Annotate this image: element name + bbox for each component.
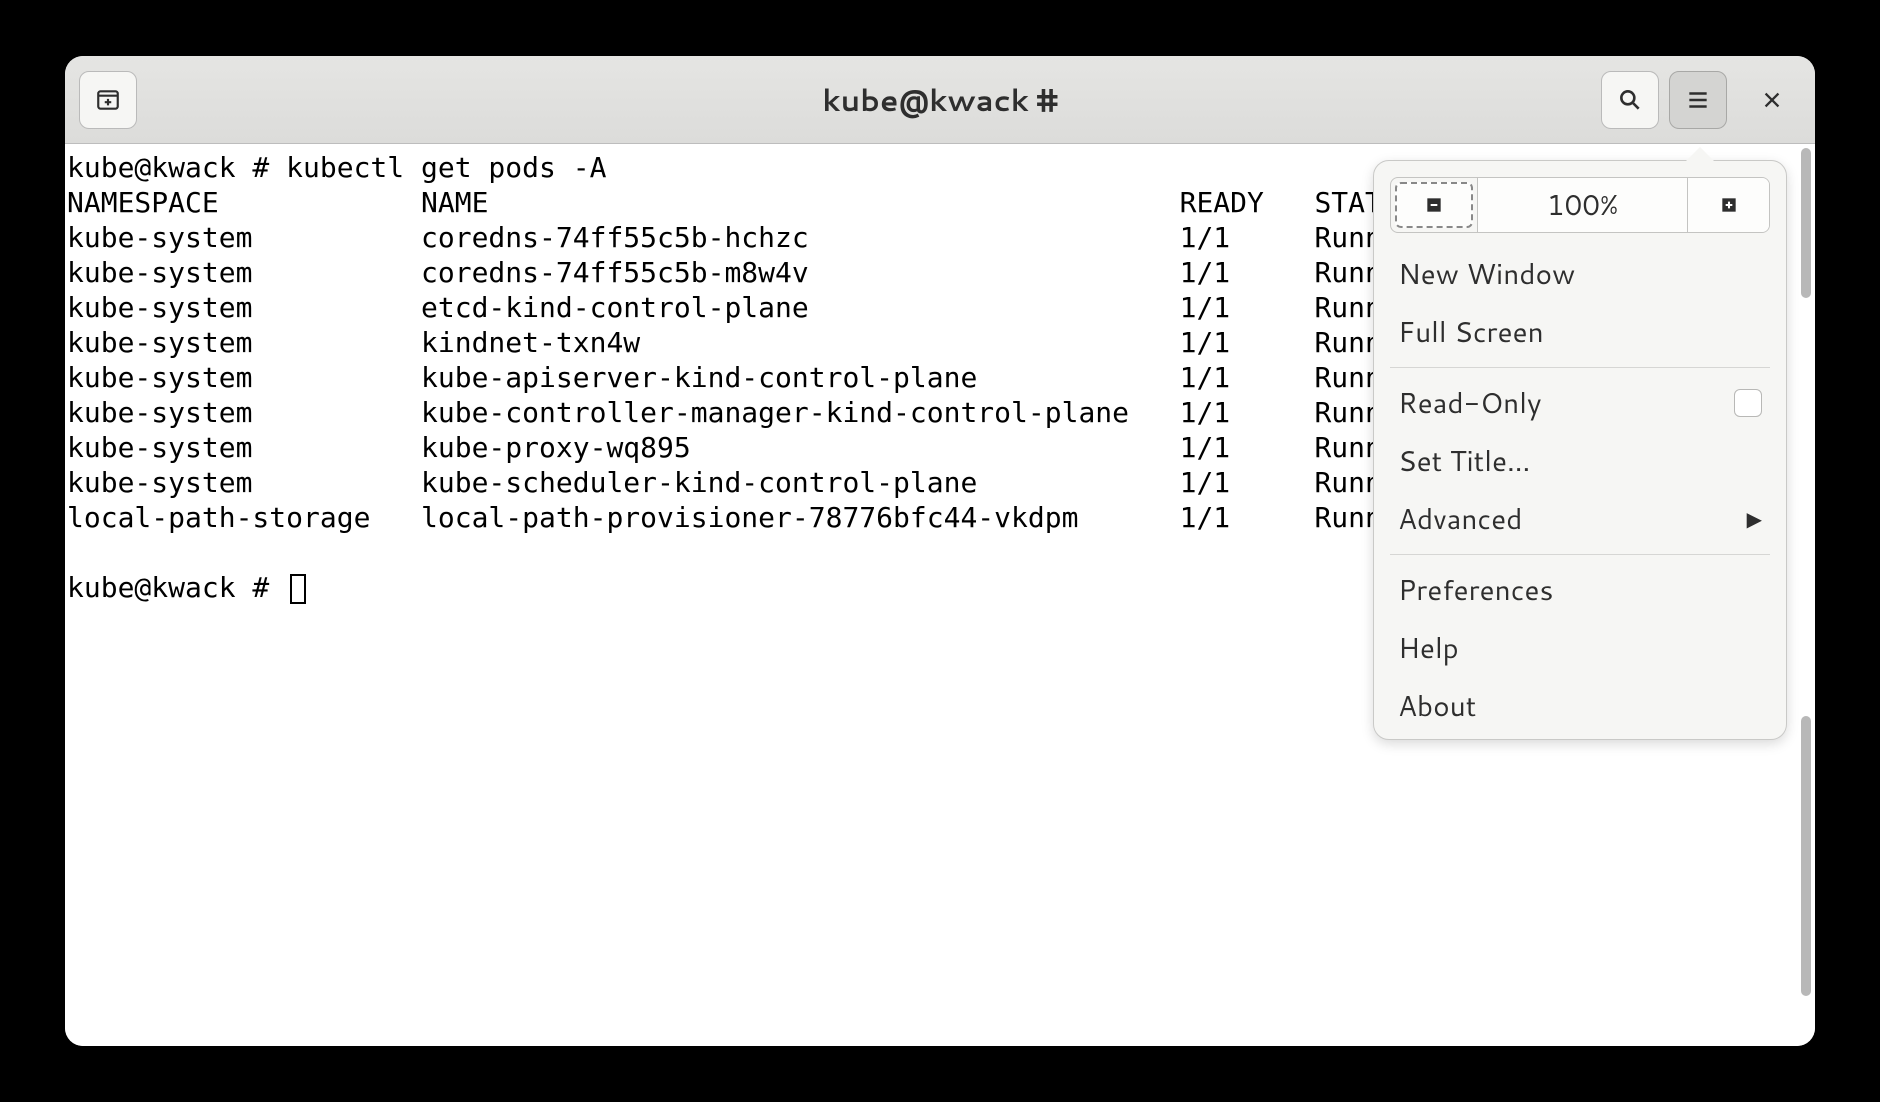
new-tab-icon [95, 87, 121, 113]
menu-full-screen[interactable]: Full Screen [1384, 303, 1776, 361]
menu-separator [1390, 367, 1770, 368]
titlebar: kube@kwack # [65, 56, 1815, 144]
zoom-in-button[interactable] [1687, 178, 1769, 232]
menu-advanced[interactable]: Advanced ▶ [1384, 490, 1776, 548]
read-only-checkbox[interactable] [1734, 389, 1762, 417]
zoom-control: 100% [1390, 177, 1770, 233]
menu-separator [1390, 554, 1770, 555]
menu-preferences[interactable]: Preferences [1384, 561, 1776, 619]
menu-set-title[interactable]: Set Title… [1384, 432, 1776, 490]
hamburger-menu-popover: 100% New Window Full Screen Read-Only Se… [1373, 160, 1787, 740]
zoom-out-button[interactable] [1395, 182, 1473, 228]
hamburger-menu-button[interactable] [1669, 71, 1727, 129]
close-icon [1761, 89, 1783, 111]
pod-table: NAMESPACE NAME READY STATUS kube-system … [67, 186, 1432, 534]
prompt-line: kube@kwack # [67, 571, 286, 604]
window-title: kube@kwack # [65, 78, 1815, 121]
prompt-line: kube@kwack # kubectl get pods -A [67, 151, 606, 184]
chevron-right-icon: ▶ [1747, 505, 1762, 533]
minus-icon [1424, 195, 1444, 215]
menu-help[interactable]: Help [1384, 619, 1776, 677]
hamburger-icon [1685, 87, 1711, 113]
search-icon [1617, 87, 1643, 113]
close-button[interactable] [1743, 71, 1801, 129]
search-button[interactable] [1601, 71, 1659, 129]
plus-icon [1719, 195, 1739, 215]
scrollbar-thumb[interactable] [1801, 148, 1811, 298]
menu-new-window[interactable]: New Window [1384, 245, 1776, 303]
terminal-window: kube@kwack # [65, 56, 1815, 1046]
menu-about[interactable]: About [1384, 677, 1776, 735]
new-tab-button[interactable] [79, 71, 137, 129]
scrollbar-thumb[interactable] [1801, 716, 1811, 996]
zoom-level: 100% [1477, 178, 1687, 232]
menu-read-only[interactable]: Read-Only [1384, 374, 1776, 432]
cursor [290, 574, 306, 604]
